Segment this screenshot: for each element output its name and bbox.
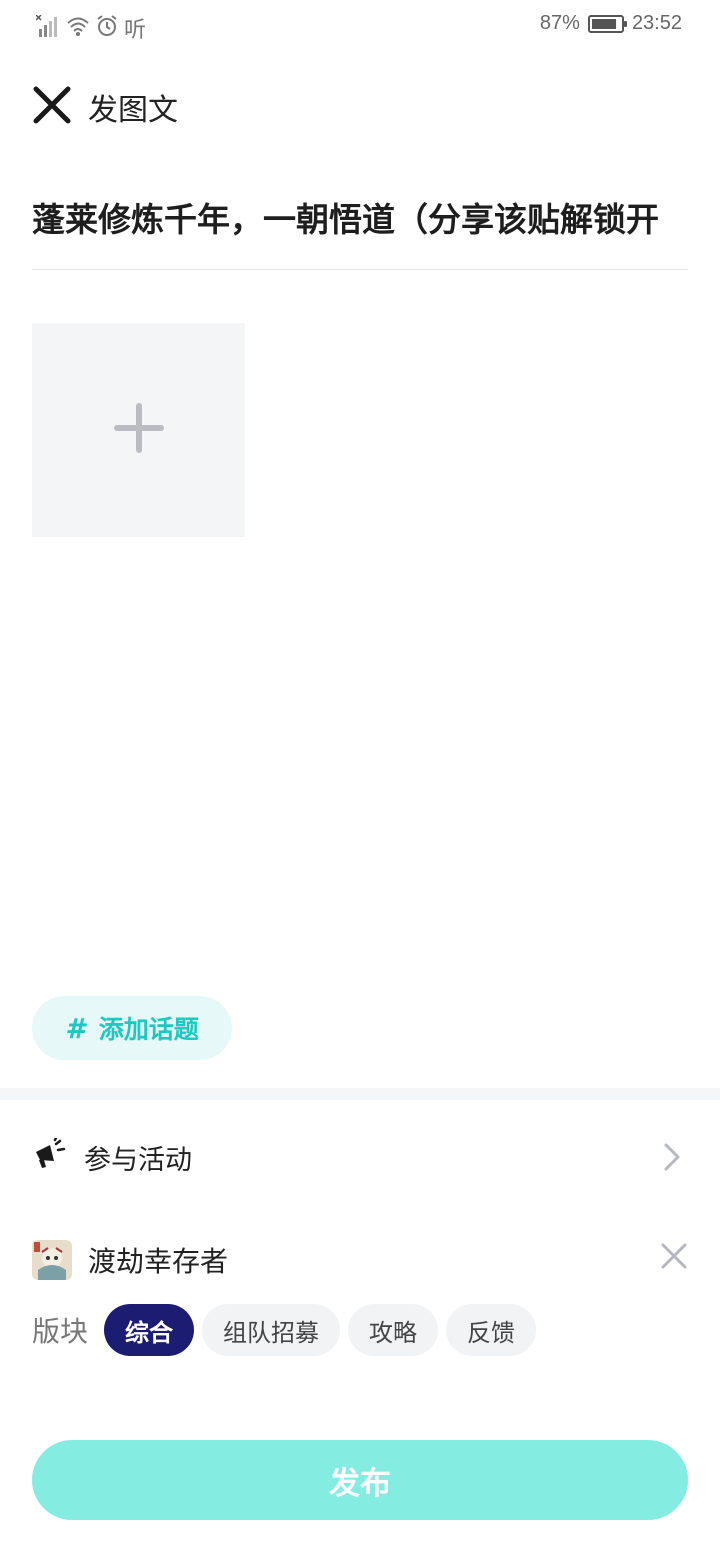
- battery-percent: 87%: [539, 12, 580, 34]
- add-topic-button[interactable]: # 添加话题: [32, 996, 232, 1060]
- board-chip-team-recruit[interactable]: 组队招募: [202, 1304, 341, 1356]
- megaphone-icon: [32, 1136, 66, 1176]
- hashtag-icon: #: [65, 1011, 85, 1045]
- close-button[interactable]: [32, 86, 72, 128]
- clock: 23:52: [631, 12, 682, 34]
- battery-icon: [587, 14, 627, 33]
- post-title-input[interactable]: 蓬莱修炼千年，一朝悟道（分享该贴解锁开: [32, 190, 688, 250]
- close-icon: [33, 86, 71, 128]
- game-avatar: [32, 1240, 72, 1280]
- board-selector: 版块 综合 组队招募 攻略 反馈: [32, 1304, 544, 1356]
- board-chip-guide[interactable]: 攻略: [348, 1304, 439, 1356]
- page-title: 发图文: [88, 93, 178, 128]
- title-divider: [32, 269, 688, 270]
- game-row: 渡劫幸存者: [32, 1236, 688, 1284]
- header: 发图文: [32, 82, 178, 132]
- status-bar: 听 87% 23:52: [0, 0, 720, 52]
- wifi-icon: [66, 15, 90, 41]
- chevron-right-icon: [664, 1143, 680, 1175]
- remove-game-button[interactable]: [660, 1242, 688, 1274]
- plus-icon: [113, 402, 165, 458]
- board-label: 版块: [32, 1315, 89, 1348]
- status-right: 87% 23:52: [540, 12, 682, 35]
- board-chip-general[interactable]: 综合: [104, 1304, 195, 1356]
- listen-indicator: 听: [124, 17, 147, 42]
- battery-fill: [591, 18, 616, 29]
- board-chip-feedback[interactable]: 反馈: [446, 1304, 537, 1356]
- join-activity-row[interactable]: 参与活动: [32, 1125, 688, 1189]
- section-divider: [0, 1088, 720, 1100]
- add-image-button[interactable]: [32, 323, 245, 537]
- signal-icon: [35, 14, 60, 41]
- game-name: 渡劫幸存者: [88, 1245, 229, 1278]
- publish-button[interactable]: 发布: [32, 1440, 688, 1520]
- add-topic-label: 添加话题: [98, 1015, 199, 1044]
- join-activity-label: 参与活动: [84, 1144, 192, 1176]
- status-left: 听: [35, 12, 147, 44]
- alarm-icon: [96, 15, 118, 41]
